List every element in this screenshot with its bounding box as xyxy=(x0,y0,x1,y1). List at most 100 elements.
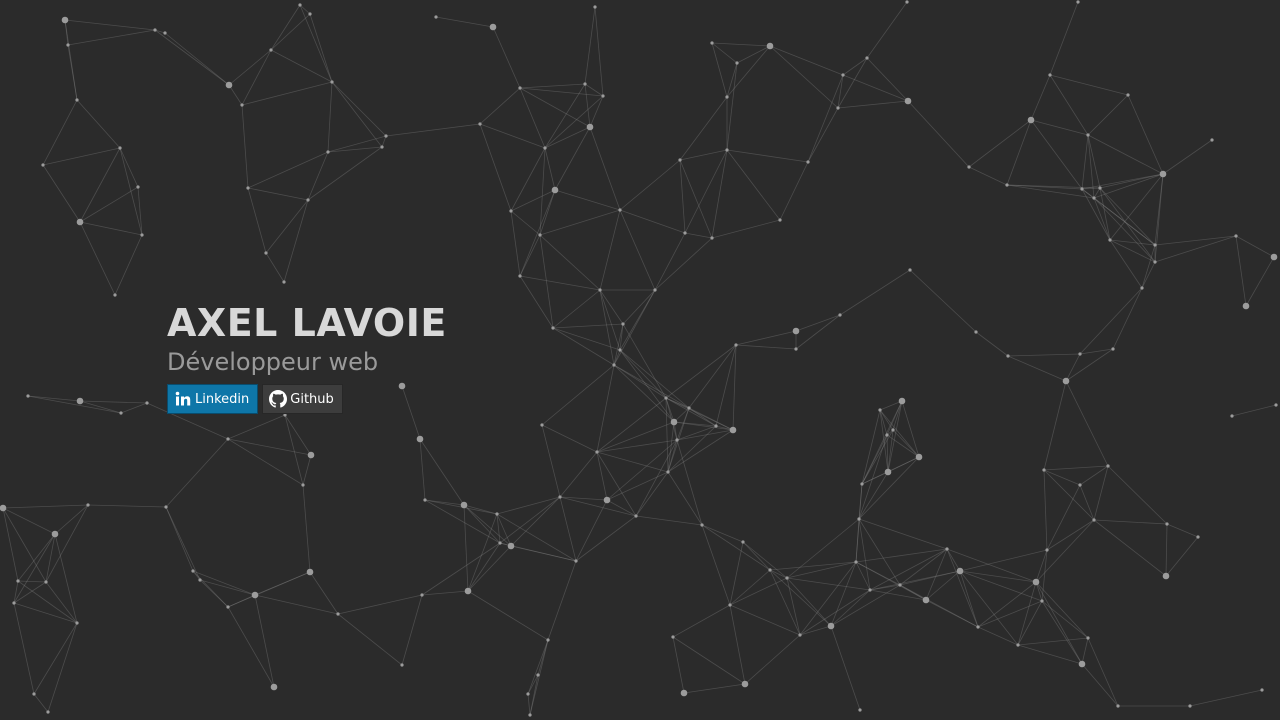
network-node xyxy=(12,601,16,605)
network-node xyxy=(595,450,599,454)
network-link xyxy=(858,518,948,550)
network-link xyxy=(1162,139,1213,175)
network-node xyxy=(61,16,69,24)
network-node xyxy=(735,61,739,65)
network-node xyxy=(956,567,964,575)
network-link xyxy=(33,693,49,713)
network-link xyxy=(1127,94,1164,175)
network-link xyxy=(855,518,860,563)
network-link xyxy=(337,613,403,666)
network-link xyxy=(1035,581,1089,639)
network-node xyxy=(44,580,48,584)
network-link xyxy=(732,344,737,431)
network-link xyxy=(1043,469,1095,521)
network-node xyxy=(246,186,250,190)
network-node xyxy=(710,236,714,240)
network-node xyxy=(974,330,978,334)
network-node xyxy=(1027,116,1035,124)
network-node xyxy=(1111,347,1115,351)
network-node xyxy=(1078,660,1086,668)
network-link xyxy=(830,561,857,627)
network-link xyxy=(467,542,501,592)
network-node xyxy=(841,73,845,77)
network-node xyxy=(700,523,704,527)
network-link xyxy=(1099,187,1111,241)
network-link xyxy=(13,602,35,695)
network-node xyxy=(543,146,547,150)
network-node xyxy=(507,542,515,550)
network-node xyxy=(729,426,737,434)
network-link xyxy=(1087,94,1129,136)
network-node xyxy=(0,504,7,512)
network-link xyxy=(247,151,329,189)
network-link xyxy=(559,496,577,562)
network-link xyxy=(79,221,116,296)
network-link xyxy=(1043,380,1067,471)
github-button[interactable]: Github xyxy=(262,384,343,414)
network-link xyxy=(241,49,272,106)
network-link xyxy=(613,323,624,366)
network-link xyxy=(1165,536,1199,577)
network-link xyxy=(45,581,78,624)
network-link xyxy=(701,524,744,543)
network-link xyxy=(855,548,948,563)
network-link xyxy=(529,674,539,716)
network-node xyxy=(601,94,605,98)
network-link xyxy=(76,99,121,149)
network-link xyxy=(87,504,167,508)
network-link xyxy=(284,414,304,486)
network-node xyxy=(976,625,980,629)
network-link xyxy=(613,289,656,366)
network-node xyxy=(46,710,50,714)
network-link xyxy=(13,581,47,604)
network-node xyxy=(538,233,542,237)
network-node xyxy=(1140,286,1144,290)
network-node xyxy=(1196,535,1200,539)
network-link xyxy=(667,429,734,473)
network-link xyxy=(769,45,844,76)
network-link xyxy=(1245,256,1275,307)
network-link xyxy=(309,571,339,615)
network-link xyxy=(1154,173,1164,263)
page-subtitle: Développeur web xyxy=(167,348,379,376)
linkedin-button[interactable]: Linkedin xyxy=(167,384,259,414)
network-link xyxy=(1081,188,1111,241)
network-link xyxy=(672,636,746,685)
network-link xyxy=(1081,663,1119,707)
network-node xyxy=(908,268,912,272)
network-link xyxy=(479,123,512,212)
network-link xyxy=(1049,74,1129,96)
network-node xyxy=(526,692,530,696)
network-link xyxy=(228,49,272,86)
network-link xyxy=(228,84,243,106)
network-node xyxy=(118,146,122,150)
network-link xyxy=(27,395,122,414)
network-node xyxy=(675,438,679,442)
network-node xyxy=(478,122,482,126)
network-link xyxy=(419,438,465,506)
network-link xyxy=(421,590,469,596)
network-node xyxy=(518,274,522,278)
network-link xyxy=(672,604,731,638)
network-node xyxy=(1016,643,1020,647)
network-node xyxy=(384,134,388,138)
network-link xyxy=(861,434,888,485)
network-node xyxy=(136,185,140,189)
network-node xyxy=(416,435,424,443)
network-node xyxy=(891,428,895,432)
network-link xyxy=(241,104,249,189)
network-link xyxy=(589,95,604,128)
network-link xyxy=(424,499,498,515)
network-link xyxy=(154,29,230,86)
network-link xyxy=(529,639,549,716)
network-node xyxy=(75,621,79,625)
network-link xyxy=(1235,235,1247,307)
network-link xyxy=(1087,134,1164,175)
network-link xyxy=(120,402,148,414)
network-link xyxy=(799,589,871,636)
network-node xyxy=(225,81,233,89)
network-link xyxy=(17,533,56,582)
network-link xyxy=(283,199,309,283)
network-link xyxy=(254,594,339,615)
network-node xyxy=(598,288,602,292)
